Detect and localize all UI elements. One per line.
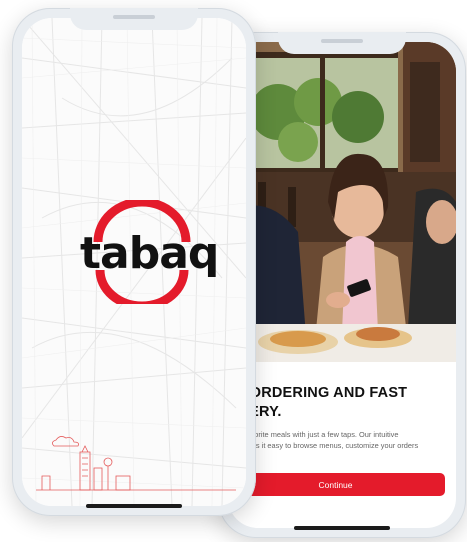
home-indicator[interactable] [294,526,390,530]
phone-notch [278,32,406,54]
onboarding-description: your favorite meals with just a few taps… [228,429,456,451]
continue-button[interactable]: Continue [228,473,445,496]
onboarding-headline: SY ORDERING AND FAST LIVERY. [228,384,456,422]
headline-line-2: LIVERY. [228,403,456,422]
tabaq-logo: tabaq [80,200,219,304]
home-indicator[interactable] [86,504,182,508]
hero-photo [228,42,456,362]
phone-notch [70,8,198,30]
speaker-grille [321,39,363,43]
onboarding-screen: SY ORDERING AND FAST LIVERY. your favori… [228,42,456,528]
splash-phone: tabaq [12,8,256,516]
description-line-1: your favorite meals with just a few taps… [228,430,399,439]
logo-wordmark: tabaq [80,228,219,279]
city-skyline-illustration [36,436,236,491]
description-line-2: ce makes it easy to browse menus, custom… [228,441,419,450]
speaker-grille [113,15,155,19]
splash-screen: tabaq [22,18,246,506]
headline-line-1: SY ORDERING AND FAST [228,385,408,401]
